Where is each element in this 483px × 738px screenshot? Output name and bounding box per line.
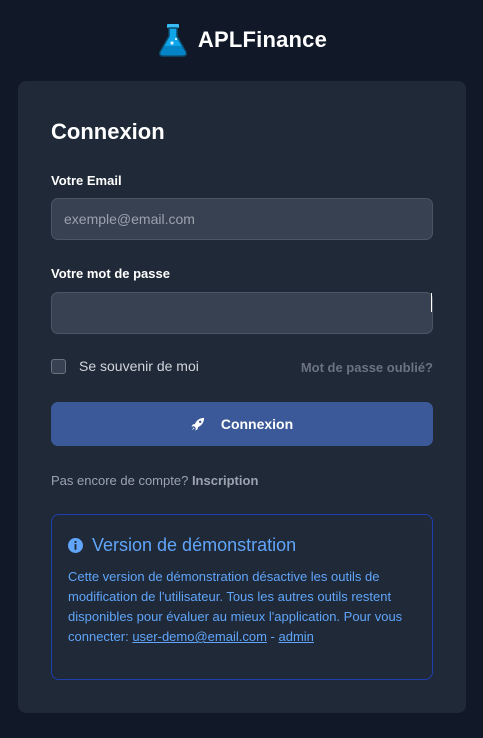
brand-header: APLFinance <box>0 22 483 58</box>
demo-password-link[interactable]: admin <box>279 629 314 644</box>
text-cursor <box>431 293 432 312</box>
remember-checkbox[interactable] <box>51 358 66 374</box>
email-label: Votre Email <box>51 173 122 188</box>
password-field[interactable] <box>51 292 433 334</box>
email-field[interactable] <box>51 198 433 240</box>
signup-link[interactable]: Inscription <box>192 473 258 488</box>
remember-label: Se souvenir de moi <box>79 358 199 374</box>
demo-header: Version de démonstration <box>68 535 296 556</box>
demo-text: Cette version de démonstration désactive… <box>68 567 420 647</box>
signup-text: Pas encore de compte? <box>51 473 189 488</box>
forgot-password-link[interactable]: Mot de passe oublié? <box>301 360 433 375</box>
demo-title: Version de démonstration <box>92 535 297 555</box>
page-title: Connexion <box>51 119 165 144</box>
login-button[interactable]: Connexion <box>51 402 433 446</box>
remember-me[interactable]: Se souvenir de moi <box>51 358 199 374</box>
login-button-label: Connexion <box>220 416 294 432</box>
brand-name: APLFinance <box>197 27 328 52</box>
login-card: Connexion Votre Email Votre mot de passe… <box>18 81 466 713</box>
info-icon <box>68 538 83 553</box>
flask-icon <box>158 24 187 57</box>
rocket-icon <box>191 417 204 431</box>
password-label: Votre mot de passe <box>51 266 170 281</box>
signup-prompt: Pas encore de compte? Inscription <box>51 473 258 488</box>
demo-email-link[interactable]: user-demo@email.com <box>132 629 267 644</box>
demo-separator: - <box>270 629 275 644</box>
demo-notice: Version de démonstration Cette version d… <box>51 514 433 680</box>
